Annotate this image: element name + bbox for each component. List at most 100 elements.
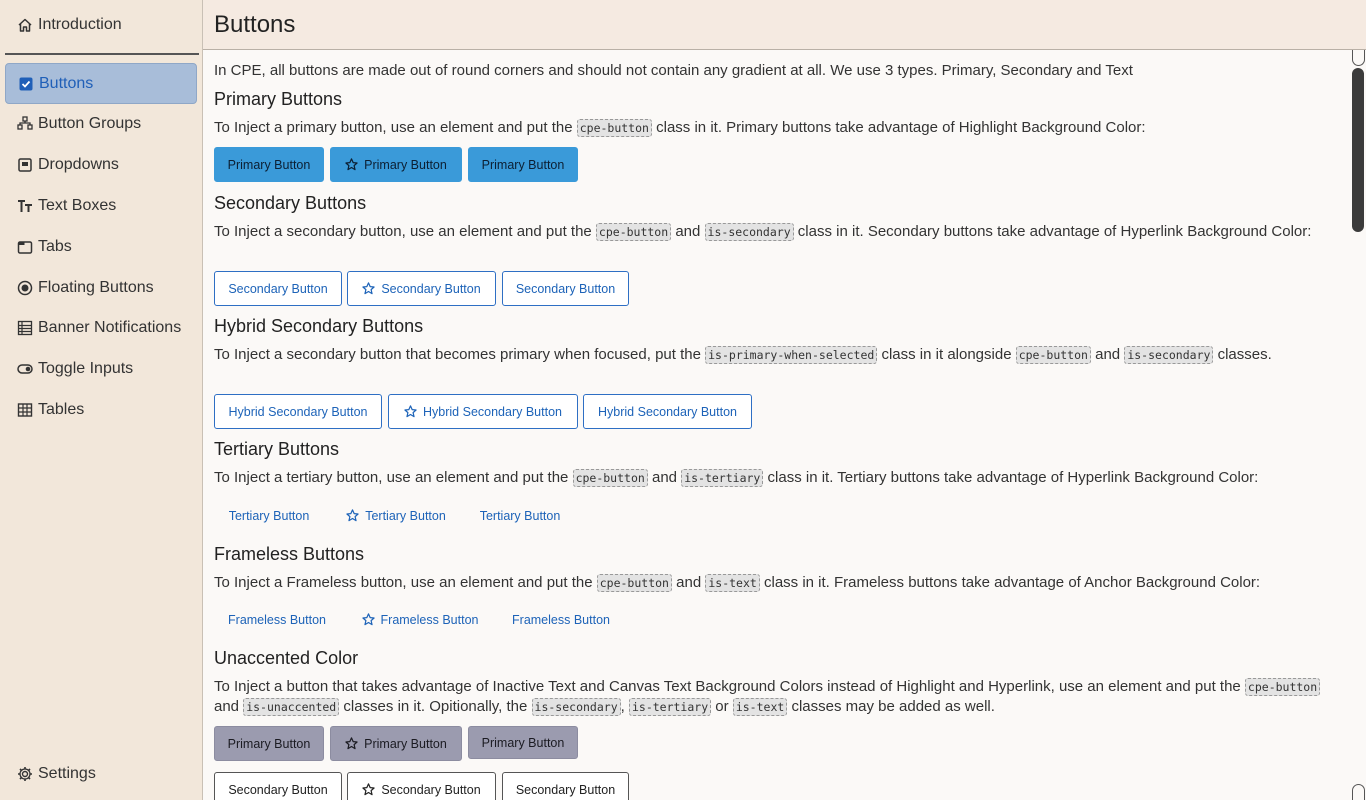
code-snippet: is-tertiary [628,698,712,716]
text: , [620,698,629,715]
button-label: Primary Button [364,157,447,172]
scroll-down-arrow[interactable] [1352,784,1365,800]
sidebar-item-label: Text Boxes [38,197,117,214]
button-label: Tertiary Button [365,508,446,523]
secondary-description: To Inject a secondary button, use an ele… [214,222,1342,242]
text: and [1090,346,1125,363]
text: To Inject a Frameless button, use an ele… [214,574,597,591]
hybrid-secondary-button[interactable]: Hybrid Secondary Button [583,394,752,429]
code-snippet: is-secondary [1124,346,1214,364]
hybrid-heading: Hybrid Secondary Buttons [214,316,424,336]
code-snippet: cpe-button [1244,678,1321,696]
code-snippet: cpe-button [576,119,652,137]
radio-icon [16,279,34,297]
frameless-heading: Frameless Buttons [214,544,365,564]
sidebar-item-label: Tables [38,401,85,418]
scrollbar-thumb[interactable] [1352,68,1364,232]
unaccented-primary-button[interactable]: Primary Button [214,726,324,761]
unaccented-secondary-button[interactable]: Secondary Button [502,772,629,800]
code-snippet: cpe-button [1015,346,1091,364]
primary-heading: Primary Buttons [214,89,343,109]
sidebar-item-tabs[interactable]: Tabs [5,227,197,267]
code-snippet: cpe-button [596,574,672,592]
sidebar-item-label: Introduction [38,16,122,33]
frameless-button[interactable]: Frameless Button [214,602,340,637]
unaccented-primary-button-with-icon[interactable]: Primary Button [330,726,462,761]
code-snippet: is-text [732,698,788,716]
sidebar-item-label: Button Groups [38,115,142,132]
secondary-button[interactable]: Secondary Button [214,271,342,306]
tab-icon [16,238,34,256]
scroll-up-arrow[interactable] [1352,50,1365,66]
text: class in it. Secondary buttons take adva… [793,223,1312,240]
unaccented-secondary-button[interactable]: Secondary Button [214,772,342,800]
table-icon [16,401,34,419]
sidebar-item-label: Banner Notifications [38,319,182,336]
sidebar-item-buttons[interactable]: Buttons [5,63,197,104]
frameless-button[interactable]: Frameless Button [502,602,620,637]
hybrid-description: To Inject a secondary button that become… [214,345,1342,365]
secondary-button[interactable]: Secondary Button [502,271,629,306]
sidebar-item-label: Toggle Inputs [38,360,134,377]
text: class in it. Tertiary buttons take advan… [763,469,1259,486]
sidebar-item-floating-buttons[interactable]: Floating Buttons [5,268,197,308]
toggle-icon [16,360,34,378]
star-icon [361,613,375,626]
tertiary-heading: Tertiary Buttons [214,439,340,459]
home-icon [16,16,34,34]
text: or [711,698,733,715]
sidebar: Introduction Buttons Button Groups Dropd… [0,0,202,800]
star-icon [362,282,375,295]
tertiary-button[interactable]: Tertiary Button [214,498,324,533]
button-label: Hybrid Secondary Button [423,404,562,419]
sidebar-item-introduction[interactable]: Introduction [5,5,197,45]
sidebar-divider [5,53,199,55]
star-icon [345,158,358,171]
unaccented-secondary-button-with-icon[interactable]: Secondary Button [347,772,496,800]
sidebar-item-toggle-inputs[interactable]: Toggle Inputs [5,349,197,389]
button-label: Primary Button [364,736,447,751]
secondary-button-with-icon[interactable]: Secondary Button [347,271,496,306]
text: class in it. Primary buttons take advant… [651,119,1146,136]
unaccented-description: To Inject a button that takes advantage … [214,677,1342,717]
sidebar-item-button-groups[interactable]: Button Groups [5,104,197,144]
gear-icon [16,765,34,783]
text: To Inject a secondary button, use an ele… [214,223,596,240]
text: To Inject a primary button, use an eleme… [214,119,577,136]
button-label: Secondary Button [381,281,481,296]
vertical-scrollbar[interactable] [1351,50,1365,800]
sidebar-item-tables[interactable]: Tables [5,390,197,430]
sidebar-item-banner-notifications[interactable]: Banner Notifications [5,308,197,348]
code-snippet: is-unaccented [243,698,340,716]
sidebar-item-label: Buttons [39,74,94,92]
page-header: Buttons [203,0,1366,50]
checkbox-icon [17,75,35,93]
tertiary-button[interactable]: Tertiary Button [468,498,572,533]
text: To Inject a button that takes advantage … [214,678,1245,695]
text: and [214,698,244,715]
text: classes may be added as well. [787,698,995,715]
sidebar-item-dropdowns[interactable]: Dropdowns [5,145,197,185]
star-icon [345,737,358,750]
tertiary-button-with-icon[interactable]: Tertiary Button [336,498,456,533]
frameless-button-with-icon[interactable]: Frameless Button [352,602,488,637]
sidebar-item-settings[interactable]: Settings [5,754,197,794]
text: class in it. Frameless buttons take adva… [759,574,1261,591]
primary-button[interactable]: Primary Button [468,147,578,182]
sidebar-item-text-boxes[interactable]: Text Boxes [5,186,197,226]
secondary-heading: Secondary Buttons [214,193,367,213]
main-panel: Buttons In CPE, all buttons are made out… [202,0,1366,800]
text: and [671,574,706,591]
button-label: Secondary Button [381,782,481,797]
unaccented-heading: Unaccented Color [214,648,359,668]
star-icon [362,783,375,796]
text: To Inject a secondary button that become… [214,346,706,363]
text: classes in it. Opitionally, the [339,698,532,715]
button-label: Frameless Button [380,612,479,627]
unaccented-primary-button[interactable]: Primary Button [468,726,578,759]
hybrid-secondary-button[interactable]: Hybrid Secondary Button [214,394,382,429]
primary-button-with-icon[interactable]: Primary Button [330,147,462,182]
star-icon [346,509,359,522]
primary-button[interactable]: Primary Button [214,147,324,182]
hybrid-secondary-button-with-icon[interactable]: Hybrid Secondary Button [388,394,578,429]
